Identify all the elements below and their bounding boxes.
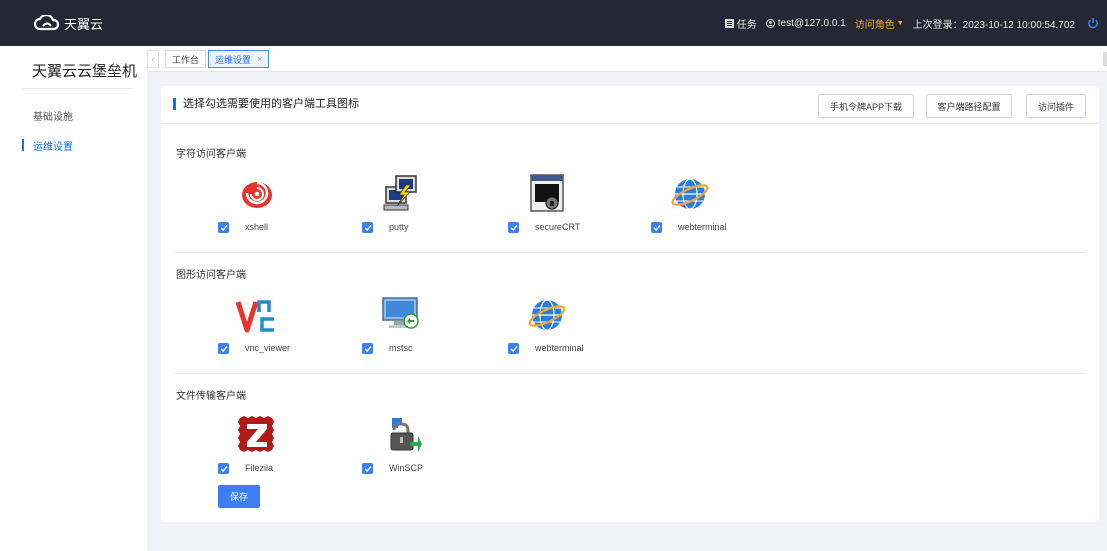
filezilla-icon [238, 416, 274, 452]
sidebar-divider [22, 88, 132, 89]
logout-button[interactable] [1087, 17, 1099, 29]
check-icon [364, 465, 372, 472]
task-list-icon [724, 18, 734, 28]
tab-workbench[interactable]: 工作台 [165, 50, 207, 68]
section-divider [175, 252, 1085, 253]
logo[interactable]: 天翼云 [34, 14, 103, 33]
globe-icon [671, 178, 709, 210]
tool-xshell: xshell [218, 173, 358, 243]
tool-vnc-viewer: vnc_viewer [218, 294, 358, 364]
tasks-label: 任务 [736, 19, 757, 31]
last-login: 上次登录：2023-10-12 10:00:54.702 [913, 16, 1075, 31]
check-icon [220, 345, 228, 352]
tool-label: webterminal [678, 222, 727, 232]
putty-icon [383, 175, 417, 211]
tasks-link[interactable]: 任务 [724, 16, 757, 31]
user-icon [765, 18, 775, 28]
sidebar-item-infrastructure[interactable]: 基础设施 [33, 108, 73, 123]
user-menu[interactable]: test@127.0.0.1 [765, 17, 846, 29]
tool-putty: putty [362, 173, 502, 243]
putty-checkbox[interactable] [362, 222, 373, 233]
tool-label: webterminal [535, 343, 584, 353]
sidebar-item-ops-settings[interactable]: 运维设置 [33, 138, 73, 153]
mstsc-checkbox[interactable] [362, 343, 373, 354]
tab-bar: ‹ 工作台 运维设置 × [147, 46, 1107, 72]
tool-webterminal: webterminal [651, 173, 791, 243]
tool-label: putty [389, 222, 409, 232]
tool-winscp: WinSCP [362, 414, 502, 484]
tool-filezilla: Filezila [218, 414, 358, 484]
card-header: 选择勾选需要使用的客户端工具图标 手机令牌APP下载 客户端路径配置 访问插件 [161, 86, 1099, 124]
section-title-char: 字符访问客户端 [176, 149, 246, 160]
webterminal-checkbox[interactable] [651, 222, 662, 233]
client-path-button[interactable]: 客户端路径配置 [926, 94, 1012, 118]
role-label: 访问角色 [854, 19, 895, 31]
tab-label: 运维设置 [215, 54, 252, 65]
sidebar: 天翼云云堡垒机 基础设施 运维设置 [0, 46, 147, 551]
check-icon [220, 224, 228, 231]
tool-label: WinSCP [389, 463, 424, 473]
tab-scroll-right-button[interactable] [1103, 52, 1107, 66]
check-icon [364, 345, 372, 352]
section-title-graphic: 图形访问客户端 [176, 270, 246, 281]
section-title-file: 文件传输客户端 [176, 391, 246, 402]
check-icon [220, 465, 228, 472]
power-icon [1088, 18, 1098, 29]
logo-text: 天翼云 [64, 16, 104, 32]
vnc-viewer-checkbox[interactable] [218, 343, 229, 354]
check-icon [364, 224, 372, 231]
securecrt-icon [530, 174, 564, 212]
section-divider [175, 373, 1085, 374]
tool-webterminal-graphic: webterminal [508, 294, 648, 364]
check-icon [510, 224, 518, 231]
tool-label: mstsc [389, 343, 413, 353]
check-icon [510, 345, 518, 352]
app-download-button[interactable]: 手机令牌APP下载 [818, 94, 914, 118]
check-icon [653, 224, 661, 231]
active-indicator [22, 139, 24, 151]
last-login-text: 上次登录：2023-10-12 10:00:54.702 [912, 19, 1075, 31]
webterminal-graphic-checkbox[interactable] [508, 343, 519, 354]
tab-scroll-left-button[interactable]: ‹ [147, 50, 159, 68]
card-title: 选择勾选需要使用的客户端工具图标 [173, 98, 359, 110]
winscp-checkbox[interactable] [362, 463, 373, 474]
system-title: 天翼云云堡垒机 [32, 63, 138, 80]
chevron-down-icon: ▼ [896, 19, 904, 27]
winscp-icon [390, 418, 422, 452]
globe-icon [528, 299, 566, 331]
cloud-logo-icon [34, 15, 60, 31]
close-icon[interactable]: × [257, 54, 262, 64]
tab-label: 工作台 [172, 54, 200, 65]
access-plugin-button[interactable]: 访问插件 [1026, 94, 1086, 118]
xshell-icon [242, 181, 272, 208]
vnc-icon [236, 300, 274, 333]
client-tools-card: 选择勾选需要使用的客户端工具图标 手机令牌APP下载 客户端路径配置 访问插件 … [161, 86, 1099, 522]
save-button[interactable]: 保存 [218, 485, 260, 508]
mstsc-icon [382, 297, 419, 329]
top-bar: 天翼云 任务 test@127.0.0.1 访问角色 ▼ 上次登录：2023-1… [0, 0, 1107, 46]
role-dropdown[interactable]: 访问角色 ▼ [855, 16, 904, 31]
xshell-checkbox[interactable] [218, 222, 229, 233]
securecrt-checkbox[interactable] [508, 222, 519, 233]
tool-label: secureCRT [535, 222, 581, 232]
tab-ops-settings[interactable]: 运维设置 × [208, 50, 270, 68]
user-label: test@127.0.0.1 [777, 17, 846, 29]
tool-label: xshell [245, 222, 269, 232]
filezilla-checkbox[interactable] [218, 463, 229, 474]
tool-label: Filezila [245, 463, 274, 473]
tool-label: vnc_viewer [245, 343, 291, 353]
tool-securecrt: secureCRT [508, 173, 648, 243]
tool-mstsc: mstsc [362, 294, 502, 364]
